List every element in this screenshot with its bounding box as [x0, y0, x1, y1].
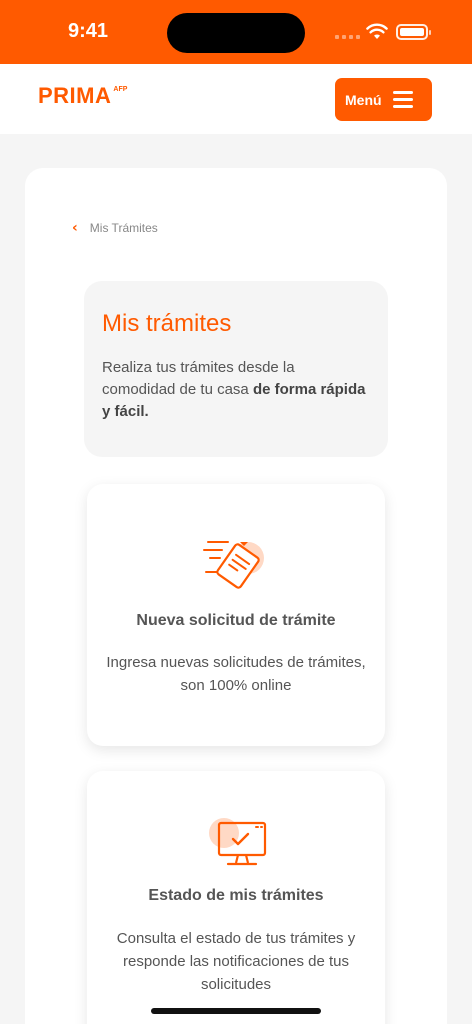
home-indicator[interactable] [151, 1008, 321, 1014]
intro-box: Mis trámites Realiza tus trámites desde … [84, 281, 388, 457]
document-send-icon [203, 541, 264, 589]
logo-superscript: AFP [113, 86, 128, 93]
menu-button-label: Menú [345, 91, 382, 108]
logo-text: PRIMA [38, 83, 112, 108]
breadcrumb[interactable]: ‹ Mis Trámites [72, 220, 158, 236]
breadcrumb-label: Mis Trámites [89, 221, 158, 235]
app-header: PRIMA AFP Menú [0, 64, 472, 134]
menu-button[interactable]: Menú [335, 78, 432, 121]
new-request-title: Nueva solicitud de trámite [136, 612, 336, 629]
chevron-left-icon: ‹ [72, 220, 78, 236]
request-status-title: Estado de mis trámites [148, 887, 324, 904]
new-request-description: Ingresa nuevas solicitudes de trámites, … [106, 654, 366, 694]
page-title: Mis trámites [102, 310, 232, 337]
wifi-icon [366, 23, 388, 39]
cellular-signal-icon [335, 35, 360, 39]
dynamic-island [167, 13, 305, 53]
prima-afp-logo[interactable]: PRIMA AFP [38, 84, 127, 108]
request-status-description: Consulta el estado de tus trámites y res… [116, 930, 356, 993]
new-request-card[interactable]: Nueva solicitud de trámite Ingresa nueva… [87, 484, 385, 746]
hamburger-icon [393, 91, 413, 108]
monitor-check-icon [209, 818, 267, 866]
status-time: 9:41 [68, 20, 109, 42]
status-bar: 9:41 [0, 0, 472, 64]
request-status-card[interactable]: Estado de mis trámites Consulta el estad… [87, 771, 385, 1024]
battery-icon [396, 24, 431, 40]
intro-description: Realiza tus trámites desde la comodidad … [102, 357, 370, 423]
